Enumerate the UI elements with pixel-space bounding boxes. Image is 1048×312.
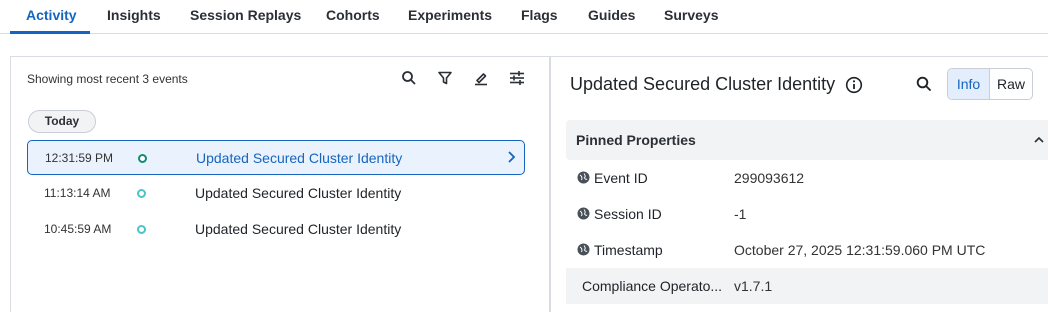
event-detail-panel: Updated Secured Cluster Identity Info Ra… bbox=[550, 56, 1048, 312]
view-toggle: Info Raw bbox=[947, 68, 1033, 100]
date-group-pill: Today bbox=[28, 110, 96, 133]
globe-icon bbox=[577, 207, 590, 220]
property-key: Session ID bbox=[594, 206, 662, 222]
event-row[interactable]: 11:13:14 AM Updated Secured Cluster Iden… bbox=[27, 176, 525, 211]
event-detail-title: Updated Secured Cluster Identity bbox=[570, 74, 836, 94]
chevron-right-icon bbox=[506, 150, 516, 164]
event-time: 12:31:59 PM bbox=[45, 151, 114, 165]
section-title: Pinned Properties bbox=[576, 132, 696, 148]
raw-view-button[interactable]: Raw bbox=[990, 69, 1032, 99]
pinned-properties-header[interactable]: Pinned Properties bbox=[566, 120, 1048, 160]
property-value: October 27, 2025 12:31:59.060 PM UTC bbox=[734, 242, 986, 258]
tab-activity[interactable]: Activity bbox=[26, 7, 77, 23]
event-marker-icon bbox=[137, 189, 146, 198]
event-name: Updated Secured Cluster Identity bbox=[195, 221, 402, 237]
property-key: Timestamp bbox=[594, 242, 663, 258]
tab-surveys[interactable]: Surveys bbox=[664, 7, 718, 23]
globe-icon bbox=[577, 243, 590, 256]
event-row[interactable]: 12:31:59 PM Updated Secured Cluster Iden… bbox=[27, 140, 525, 175]
property-value: 299093612 bbox=[734, 170, 805, 186]
event-stream-panel: Showing most recent 3 events Today 12:31… bbox=[10, 56, 550, 312]
event-name: Updated Secured Cluster Identity bbox=[195, 185, 402, 201]
property-row: Event ID 299093612 bbox=[566, 160, 1048, 196]
tab-insights[interactable]: Insights bbox=[107, 7, 161, 23]
property-row: Timestamp October 27, 2025 12:31:59.060 … bbox=[566, 232, 1048, 268]
property-row: Compliance Operato... v1.7.1 bbox=[566, 268, 1048, 304]
top-tab-bar: Activity Insights Session Replays Cohort… bbox=[0, 0, 1048, 34]
filter-icon[interactable] bbox=[436, 69, 454, 87]
property-value: -1 bbox=[734, 206, 747, 222]
tab-cohorts[interactable]: Cohorts bbox=[326, 7, 380, 23]
info-icon[interactable] bbox=[845, 76, 863, 94]
search-icon[interactable] bbox=[400, 69, 418, 87]
event-name: Updated Secured Cluster Identity bbox=[196, 150, 403, 166]
property-row: Session ID -1 bbox=[566, 196, 1048, 232]
tab-session-replays[interactable]: Session Replays bbox=[190, 7, 301, 23]
property-value: v1.7.1 bbox=[734, 278, 773, 294]
settings-sliders-icon[interactable] bbox=[508, 69, 526, 87]
event-time: 10:45:59 AM bbox=[44, 222, 112, 236]
globe-icon bbox=[577, 171, 590, 184]
tab-experiments[interactable]: Experiments bbox=[408, 7, 492, 23]
info-view-button[interactable]: Info bbox=[948, 69, 990, 99]
property-key: Compliance Operato... bbox=[582, 278, 723, 294]
tab-guides[interactable]: Guides bbox=[588, 7, 635, 23]
event-marker-icon bbox=[137, 225, 146, 234]
highlighter-icon[interactable] bbox=[472, 69, 490, 87]
property-key: Event ID bbox=[594, 170, 648, 186]
event-marker-icon bbox=[138, 154, 147, 163]
chevron-up-icon[interactable] bbox=[1033, 133, 1045, 145]
active-tab-indicator bbox=[10, 31, 90, 34]
tab-flags[interactable]: Flags bbox=[521, 7, 558, 23]
event-count-summary: Showing most recent 3 events bbox=[27, 72, 188, 86]
event-row[interactable]: 10:45:59 AM Updated Secured Cluster Iden… bbox=[27, 212, 525, 247]
search-icon[interactable] bbox=[915, 75, 933, 93]
event-time: 11:13:14 AM bbox=[44, 186, 111, 200]
